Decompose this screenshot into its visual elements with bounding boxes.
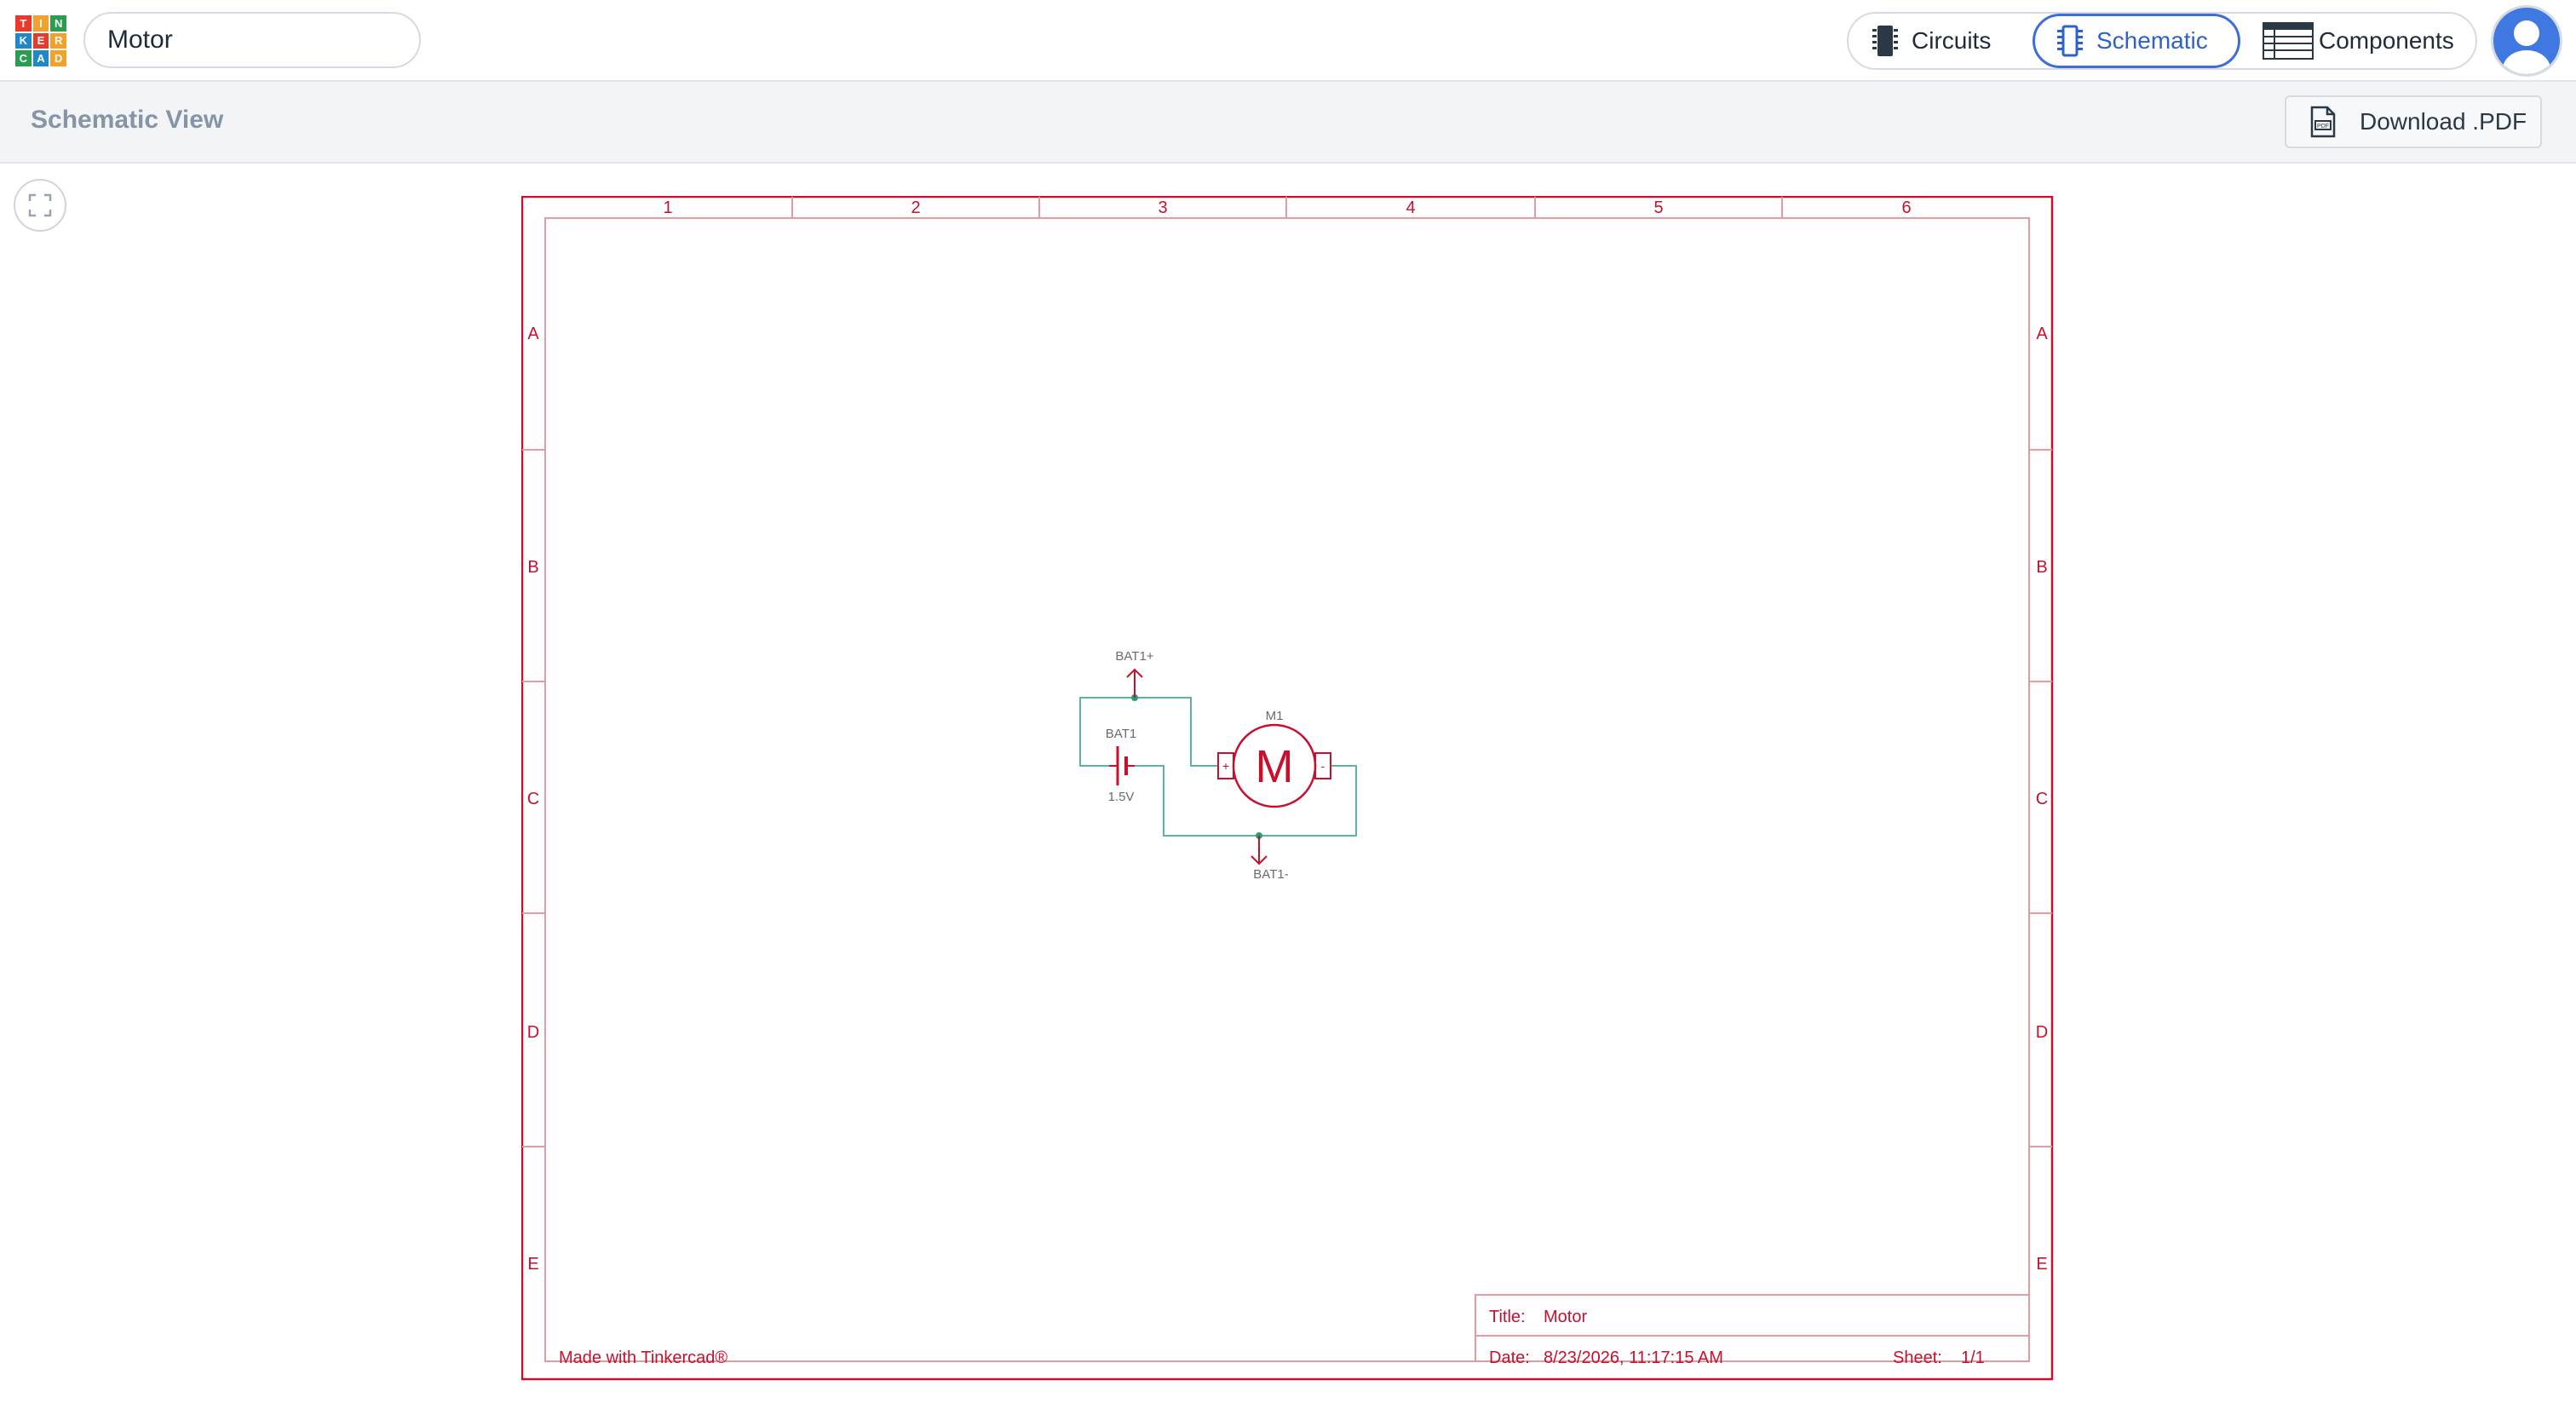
logo-letter: K — [15, 32, 32, 49]
chip-icon — [1872, 26, 1898, 56]
row-label-left: A — [527, 325, 539, 343]
project-title-input[interactable]: Motor — [83, 12, 421, 68]
logo-letter: D — [50, 50, 66, 66]
logo-letter: A — [32, 50, 49, 66]
row-label-right: C — [2036, 790, 2048, 808]
date-value: 8/23/2026, 11:17:15 AM — [1544, 1349, 1723, 1367]
logo-letter: C — [15, 50, 32, 66]
logo-letter: N — [50, 15, 66, 32]
battery-ref: BAT1 — [1106, 727, 1136, 741]
top-bar: TIN KER CAD Motor Circuits Schematic Compo… — [0, 0, 2576, 82]
title-value: Motor — [1544, 1308, 1587, 1326]
svg-text:PDF: PDF — [2317, 124, 2329, 129]
battery-value: 1.5V — [1108, 790, 1135, 804]
table-list-icon — [2263, 22, 2314, 60]
components-view-button[interactable]: Components — [2263, 14, 2475, 68]
tinkercad-logo[interactable]: TIN KER CAD — [15, 15, 66, 66]
footer-credit: Made with Tinkercad® — [559, 1349, 727, 1367]
circuits-view-button[interactable]: Circuits — [1871, 14, 2041, 68]
row-label-right: E — [2036, 1255, 2047, 1274]
motor-minus-sign: - — [1321, 759, 1325, 773]
row-label-left: E — [527, 1255, 538, 1274]
sheet-value: 1/1 — [1961, 1349, 1985, 1367]
schematic-chip-icon — [2057, 25, 2083, 57]
row-label-right: B — [2036, 558, 2047, 577]
download-label: Download .PDF — [2360, 108, 2527, 135]
battery-symbol — [1109, 745, 1135, 787]
column-label: 6 — [1901, 198, 1911, 217]
column-label: 2 — [911, 198, 920, 217]
row-label-right: A — [2036, 325, 2048, 343]
circuits-label: Circuits — [1912, 27, 1992, 54]
logo-letter: I — [32, 15, 49, 32]
row-label-left: D — [527, 1023, 539, 1042]
schematic-label: Schematic — [2096, 27, 2208, 54]
motor-ref: M1 — [1266, 709, 1284, 723]
title-label: Title: — [1489, 1308, 1526, 1326]
sub-header: Schematic View PDF Download .PDF — [0, 82, 2576, 164]
logo-letter: R — [50, 32, 66, 49]
row-label-left: B — [527, 558, 538, 577]
motor-plus-sign: + — [1222, 759, 1229, 773]
page-title: Schematic View — [31, 106, 224, 134]
view-switch: Circuits Schematic Components — [1847, 12, 2477, 70]
row-label-right: D — [2036, 1023, 2048, 1042]
date-label: Date: — [1489, 1349, 1530, 1367]
logo-letter: E — [32, 32, 49, 49]
row-label-left: C — [527, 790, 539, 808]
column-label: 5 — [1653, 198, 1663, 217]
components-label: Components — [2319, 27, 2454, 54]
pdf-file-icon: PDF — [2310, 106, 2336, 138]
user-avatar-icon[interactable] — [2491, 5, 2562, 77]
net-label-negative: BAT1- — [1253, 867, 1288, 882]
fit-to-view-icon[interactable] — [14, 179, 66, 232]
schematic-view-button[interactable]: Schematic — [2033, 14, 2240, 68]
net-label-positive: BAT1+ — [1115, 649, 1153, 664]
column-label: 4 — [1406, 198, 1415, 217]
column-label: 1 — [663, 198, 672, 217]
column-label: 3 — [1158, 198, 1167, 217]
logo-letter: T — [15, 15, 32, 32]
motor-symbol-letter: M — [1256, 741, 1294, 792]
download-pdf-button[interactable]: PDF Download .PDF — [2285, 95, 2542, 148]
schematic-sheet: 1 2 3 4 5 6 A B C D E A B C D E Title: M… — [521, 196, 2054, 1381]
project-title: Motor — [107, 26, 173, 54]
sheet-label: Sheet: — [1893, 1349, 1942, 1367]
